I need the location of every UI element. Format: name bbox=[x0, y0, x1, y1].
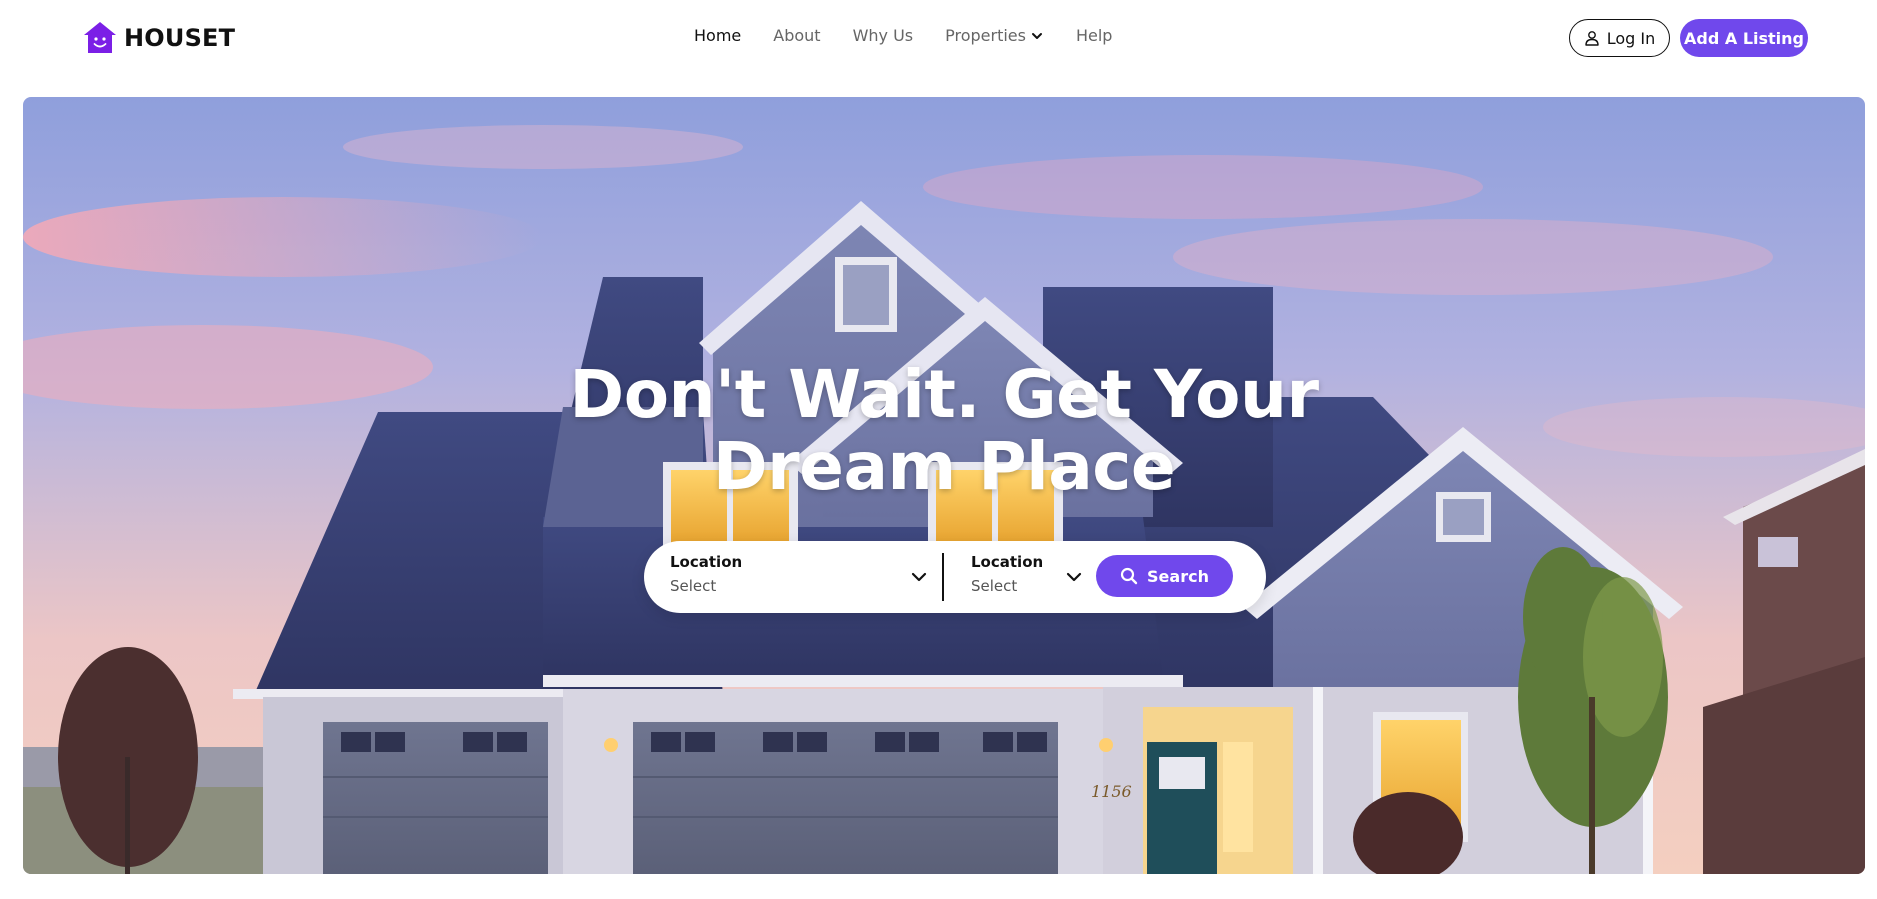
location-value-2: Select bbox=[971, 577, 1018, 595]
add-listing-button[interactable]: Add A Listing bbox=[1680, 19, 1808, 57]
nav-help[interactable]: Help bbox=[1076, 26, 1112, 45]
hero-title: Don't Wait. Get Your Dream Place bbox=[23, 359, 1865, 503]
brand-logo[interactable]: HOUSET bbox=[82, 20, 235, 56]
house-logo-icon bbox=[84, 22, 116, 53]
chevron-down-icon[interactable] bbox=[910, 568, 928, 586]
nav-why-us[interactable]: Why Us bbox=[853, 26, 914, 45]
search-bar: Location Select Location Select Search bbox=[644, 541, 1266, 613]
search-button-label: Search bbox=[1147, 566, 1209, 586]
location-label-2: Location bbox=[971, 553, 1044, 571]
chevron-down-icon[interactable] bbox=[1065, 568, 1083, 586]
search-divider bbox=[942, 553, 944, 601]
location-select-2[interactable]: Location Select bbox=[971, 553, 1043, 595]
nav-properties-label: Properties bbox=[945, 26, 1026, 45]
house-number-text: 1156 bbox=[1091, 782, 1132, 801]
navbar: HOUSET Home About Why Us Properties Help… bbox=[0, 0, 1877, 80]
nav-properties[interactable]: Properties bbox=[945, 26, 1044, 45]
search-icon bbox=[1120, 567, 1138, 585]
main-nav: Home About Why Us Properties Help bbox=[694, 26, 1112, 45]
location-label-1: Location bbox=[670, 553, 743, 571]
nav-about[interactable]: About bbox=[773, 26, 820, 45]
login-button[interactable]: Log In bbox=[1569, 19, 1670, 57]
brand-name: HOUSET bbox=[124, 24, 236, 52]
hero-banner: 1156 Don't Wait. Get Your Dream Place Lo… bbox=[23, 97, 1865, 874]
hero-title-line-1: Don't Wait. Get Your bbox=[569, 356, 1319, 433]
login-label: Log In bbox=[1606, 28, 1656, 48]
location-value-1: Select bbox=[670, 577, 717, 595]
chevron-down-icon bbox=[1031, 32, 1042, 39]
search-button[interactable]: Search bbox=[1096, 555, 1233, 597]
nav-home[interactable]: Home bbox=[694, 26, 741, 45]
hero-title-line-2: Dream Place bbox=[712, 428, 1176, 505]
location-select-1[interactable]: Location Select bbox=[670, 553, 742, 595]
user-icon bbox=[1585, 31, 1599, 46]
